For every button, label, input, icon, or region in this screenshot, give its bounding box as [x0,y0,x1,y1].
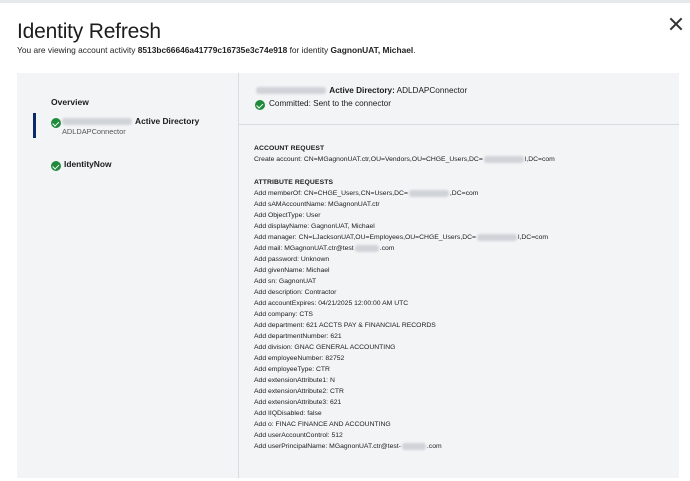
attribute-line: Add employeeType: CTR [254,366,330,373]
vertical-divider [238,73,239,478]
attribute-line: Add company: CTS [254,311,313,318]
redacted-text [408,189,449,197]
attribute-line: Add departmentNumber: 621 [254,333,342,340]
sidebar-item-label: Active Directory [61,116,199,126]
attribute-line: Add userAccountControl: 512 [254,432,343,439]
sidebar-item-label: IdentityNow [64,159,112,169]
sidebar-item-active-directory[interactable]: Active Directory ADLDAPConnector [33,113,238,143]
redacted-text [354,244,379,252]
activity-id: 8513bc66646a41779c16735e3c74e918 [137,45,288,55]
attribute-requests-heading: ATTRIBUTE REQUESTS [254,179,334,186]
attribute-line: Add description: Contractor [254,289,337,296]
subtitle-prefix: You are viewing account activity [17,45,138,55]
status-text: Committed: Sent to the connector [269,99,391,108]
top-rule [0,0,690,3]
account-request-heading: ACCOUNT REQUEST [254,145,325,152]
attribute-line: Add division: GNAC GENERAL ACCOUNTING [254,344,396,351]
attribute-line: Add ObjectType: User [254,212,321,219]
attribute-line: Add IIQDisabled: false [254,410,322,417]
identity-name: GagnonUAT, Michael [330,45,414,55]
check-circle-icon [51,118,61,128]
redacted-text [401,442,426,450]
check-circle-icon [255,100,265,110]
activity-panel: Overview Active Directory ADLDAPConnecto… [17,73,679,478]
attribute-line: Add displayName: GagnonUAT, Michael [254,223,375,230]
attribute-line: Add employeeNumber: 82752 [254,355,345,362]
commit-status: Committed: Sent to the connector [255,99,455,111]
activity-sidebar: Overview Active Directory ADLDAPConnecto… [33,87,238,478]
redacted-text [477,233,517,241]
redacted-text [256,87,326,95]
horizontal-divider [239,124,679,125]
attribute-line: Add manager: CN=LJacksonUAT,OU=Employees… [254,233,549,241]
attribute-line: Add givenName: Michael [254,267,330,274]
request-details: ACCOUNT REQUEST Create account: CN=MGagn… [254,143,674,452]
subtitle-mid: for identity [287,45,331,55]
attribute-line: Add department: 621 ACCTS PAY & FINANCIA… [254,322,436,329]
attribute-line: Add extensionAttribute1: N [254,377,335,384]
subtitle-suffix: . [413,45,416,55]
check-circle-icon [51,161,61,171]
redacted-text [483,155,524,163]
attribute-line: Add userPrincipalName: MGagnonUAT.ctr@te… [254,442,442,450]
attribute-line: Add extensionAttribute3: 621 [254,399,342,406]
attribute-line: Add extensionAttribute2: CTR [254,388,344,395]
dialog-subtitle: You are viewing account activity 8513bc6… [17,45,416,55]
close-icon[interactable] [666,14,686,34]
redacted-text [62,118,132,126]
dialog-title: Identity Refresh [17,20,161,43]
active-indicator [33,113,36,138]
attribute-line: Add o: FINAC FINANCE AND ACCOUNTING [254,421,391,428]
sidebar-item-sublabel: ADLDAPConnector [62,127,126,136]
attribute-line: Add password: Unknown [254,256,330,263]
attribute-line: Add sn: GagnonUAT [254,278,317,285]
attribute-line: Add sAMAccountName: MGagnonUAT.ctr [254,201,380,208]
sidebar-item-identitynow[interactable]: IdentityNow [33,158,238,180]
connector-title: Active Directory: ADLDAPConnector [255,86,467,95]
attribute-line: Add memberOf: CN=CHGE_Users,CN=Users,DC=… [254,189,479,197]
attribute-line: Add mail: MGagnonUAT.ctr@test .com [254,244,395,252]
create-account-line: Create account: CN=MGagnonUAT.ctr,OU=Ven… [254,155,555,163]
attribute-line: Add accountExpires: 04/21/2025 12:00:00 … [254,300,409,307]
